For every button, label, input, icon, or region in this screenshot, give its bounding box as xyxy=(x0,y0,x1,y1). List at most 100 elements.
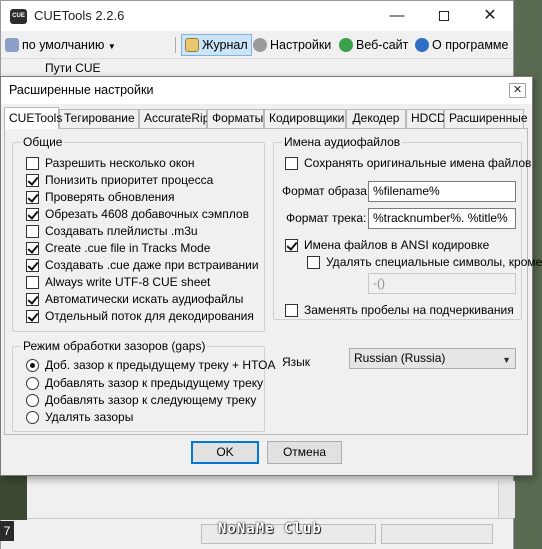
lower-priority-checkbox[interactable]: Понизить приоритет процесса xyxy=(26,173,213,190)
chevron-down-icon: ▼ xyxy=(502,355,511,365)
track-format-label: Формат трека: xyxy=(286,211,367,225)
checkbox-label: Создавать плейлисты .m3u xyxy=(45,224,198,238)
general-group: Общие Разрешить несколько окон Понизить … xyxy=(12,135,265,332)
checkbox-label: Create .cue file in Tracks Mode xyxy=(45,241,211,255)
checkbox-label: Заменять пробелы на подчеркивания xyxy=(304,303,514,317)
language-label: Язык xyxy=(282,355,311,369)
journal-button[interactable]: Журнал xyxy=(181,34,252,56)
globe-icon xyxy=(339,38,353,52)
allow-multiple-windows-checkbox[interactable]: Разрешить несколько окон xyxy=(26,156,195,173)
checkbox-box xyxy=(26,293,39,306)
tab-accuraterip[interactable]: AccurateRip xyxy=(139,109,209,128)
checkbox-label: Сохранять оригинальные имена файлов xyxy=(304,156,532,170)
language-select[interactable]: Russian (Russia) ▼ xyxy=(349,348,516,369)
checkbox-box xyxy=(285,304,298,317)
gaps-group: Режим обработки зазоров (gaps) Доб. зазо… xyxy=(12,339,276,432)
main-window-title: CUETools 2.2.6 xyxy=(34,8,125,23)
checkbox-label: Обрезать 4608 добавочных сэмплов xyxy=(45,207,249,221)
checkbox-box xyxy=(26,242,39,255)
tab-advanced[interactable]: Расширенные xyxy=(444,109,528,128)
left-number: 7 xyxy=(0,521,14,541)
track-format-input[interactable]: %tracknumber%. %title% xyxy=(368,208,516,229)
tab-encoders[interactable]: Кодировщики xyxy=(264,109,346,128)
tab-hdcd[interactable]: HDCD xyxy=(406,109,446,128)
image-format-input[interactable]: %filename% xyxy=(368,181,516,202)
close-button[interactable]: ✕ xyxy=(467,1,513,31)
desktop-background-strip xyxy=(0,470,27,520)
separate-decode-thread-checkbox[interactable]: Отдельный поток для декодирования xyxy=(26,309,254,326)
website-button[interactable]: Веб-сайт xyxy=(339,35,408,55)
tab-decoder[interactable]: Декодер xyxy=(346,109,406,128)
profile-icon xyxy=(5,38,19,52)
checkbox-label: Разрешить несколько окон xyxy=(45,156,195,170)
checkbox-box xyxy=(26,191,39,204)
dialog-title: Расширенные настройки xyxy=(9,83,154,97)
gap-prev-radio[interactable]: Добавлять зазор к предыдущему треку xyxy=(26,376,263,393)
checkbox-label: Имена файлов в ANSI кодировке xyxy=(304,238,490,252)
radio-label: Доб. зазор к предыдущему треку + HTOA xyxy=(45,358,276,372)
special-chars-input: -() xyxy=(368,273,516,294)
status-field-secondary xyxy=(381,524,493,544)
gap-remove-radio[interactable]: Удалять зазоры xyxy=(26,410,133,427)
cuetools-app-icon: CUE xyxy=(10,9,27,24)
about-label: О программе xyxy=(432,38,509,52)
ok-button[interactable]: OK xyxy=(191,441,259,464)
tab-tagging[interactable]: Тегирование xyxy=(59,109,139,128)
always-utf8-checkbox[interactable]: Always write UTF-8 CUE sheet xyxy=(26,275,210,292)
website-label: Веб-сайт xyxy=(356,38,409,52)
maximize-button[interactable] xyxy=(421,1,467,31)
radio-label: Добавлять зазор к предыдущему треку xyxy=(45,376,264,390)
about-button[interactable]: О программе xyxy=(415,35,508,55)
profile-label: по умолчанию xyxy=(22,38,105,52)
dialog-titlebar: Расширенные настройки ✕ xyxy=(1,77,532,104)
dialog-close-button[interactable]: ✕ xyxy=(509,83,526,98)
checkbox-box xyxy=(26,276,39,289)
chevron-down-icon: ▼ xyxy=(107,42,116,51)
radio-circle xyxy=(26,411,39,424)
language-value: Russian (Russia) xyxy=(354,351,446,365)
main-titlebar: CUE CUETools 2.2.6 — ✕ xyxy=(1,1,513,31)
minimize-button[interactable]: — xyxy=(374,1,420,31)
audio-filenames-group-title: Имена аудиофайлов xyxy=(282,135,403,149)
radio-label: Удалять зазоры xyxy=(45,410,134,424)
journal-label: Журнал xyxy=(202,38,248,52)
checkbox-box xyxy=(285,157,298,170)
create-cue-when-embedding-checkbox[interactable]: Создавать .cue даже при встраивании xyxy=(26,258,259,275)
replace-spaces-checkbox[interactable]: Заменять пробелы на подчеркивания xyxy=(285,303,514,320)
truncate-4608-checkbox[interactable]: Обрезать 4608 добавочных сэмплов xyxy=(26,207,249,224)
profile-dropdown[interactable]: по умолчанию ▼ xyxy=(5,35,116,55)
gap-next-radio[interactable]: Добавлять зазор к следующему треку xyxy=(26,393,256,410)
checkbox-box xyxy=(26,225,39,238)
checkbox-box xyxy=(26,310,39,323)
create-cue-tracks-mode-checkbox[interactable]: Create .cue file in Tracks Mode xyxy=(26,241,210,258)
radio-circle xyxy=(26,359,39,372)
checkbox-box xyxy=(26,259,39,272)
create-m3u-checkbox[interactable]: Создавать плейлисты .m3u xyxy=(26,224,198,241)
radio-label: Добавлять зазор к следующему треку xyxy=(45,393,257,407)
audio-filenames-group: Имена аудиофайлов Сохранять оригинальные… xyxy=(273,135,542,320)
toolbar-separator xyxy=(175,37,176,53)
journal-icon xyxy=(185,38,199,52)
checkbox-label: Always write UTF-8 CUE sheet xyxy=(45,275,211,289)
auto-find-audio-checkbox[interactable]: Автоматически искать аудиофайлы xyxy=(26,292,243,309)
checkbox-label: Отдельный поток для декодирования xyxy=(45,309,254,323)
check-updates-checkbox[interactable]: Проверять обновления xyxy=(26,190,174,207)
image-format-label: Формат образа: xyxy=(282,184,371,198)
radio-circle xyxy=(26,377,39,390)
cancel-button[interactable]: Отмена xyxy=(267,441,342,464)
remove-special-chars-checkbox[interactable]: Удалять специальные символы, кроме: xyxy=(307,255,542,272)
tab-cuetools[interactable]: CUETools xyxy=(4,107,62,129)
checkbox-box xyxy=(26,208,39,221)
settings-button[interactable]: Настройки xyxy=(253,35,331,55)
tab-formats[interactable]: Форматы xyxy=(207,109,264,128)
watermark-logo: NoNaMe Club xyxy=(218,521,322,537)
checkbox-label: Проверять обновления xyxy=(45,190,175,204)
info-icon xyxy=(415,38,429,52)
cuetools-tab-page: Общие Разрешить несколько окон Понизить … xyxy=(4,128,542,435)
checkbox-label: Понизить приоритет процесса xyxy=(45,173,214,187)
background-scrollbar[interactable] xyxy=(498,481,515,518)
keep-original-names-checkbox[interactable]: Сохранять оригинальные имена файлов xyxy=(285,156,531,173)
checkbox-box xyxy=(26,157,39,170)
ansi-filenames-checkbox[interactable]: Имена файлов в ANSI кодировке xyxy=(285,238,489,255)
gap-prev-htoa-radio[interactable]: Доб. зазор к предыдущему треку + HTOA xyxy=(26,358,276,375)
